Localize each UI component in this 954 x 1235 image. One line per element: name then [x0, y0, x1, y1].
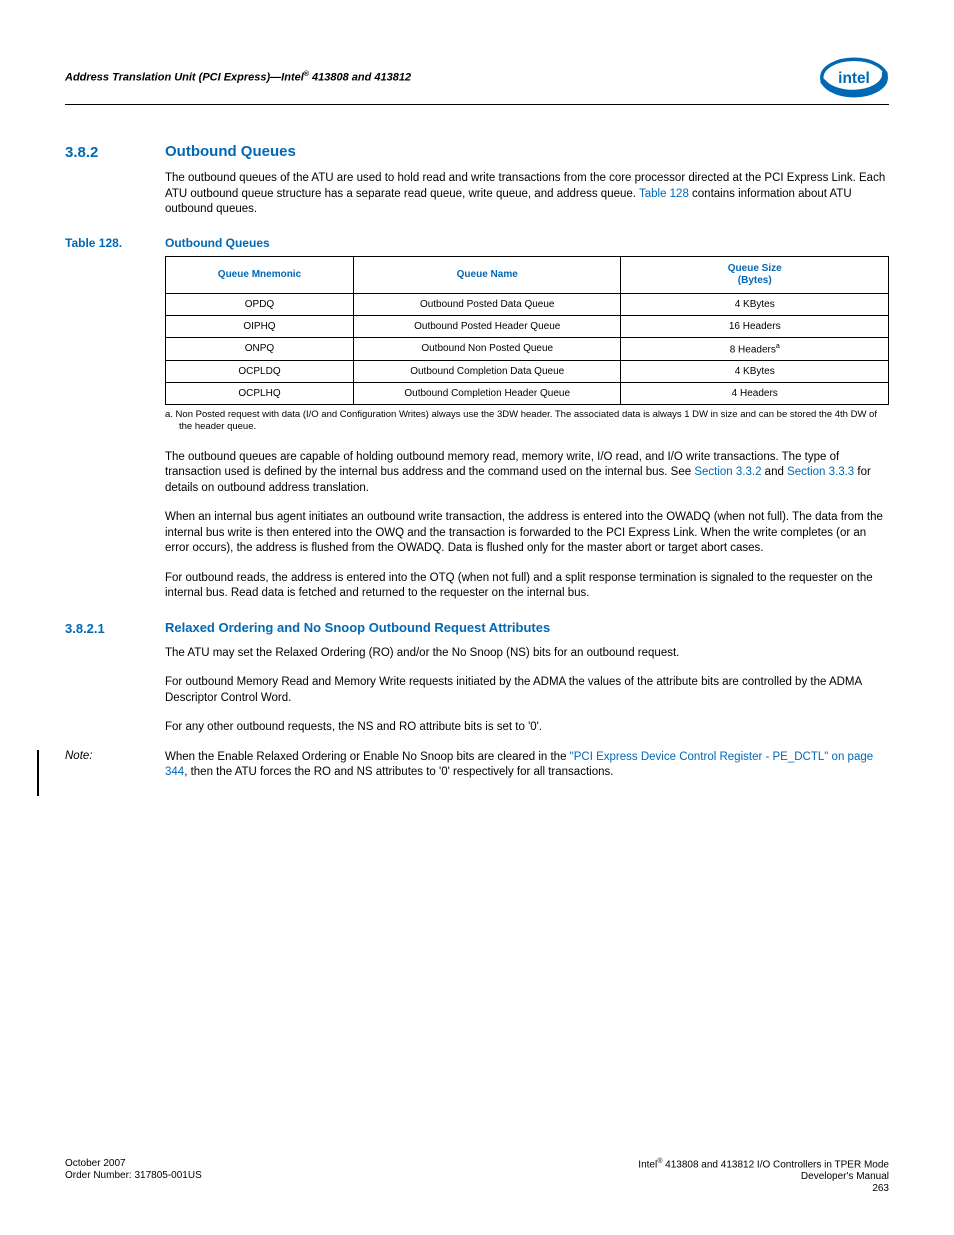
section-number: 3.8.2 — [65, 143, 165, 161]
table-caption-title: Outbound Queues — [165, 236, 270, 250]
column-header: Queue Mnemonic — [166, 256, 354, 293]
note-body: When the Enable Relaxed Ordering or Enab… — [165, 750, 889, 781]
change-bar — [37, 750, 39, 796]
paragraph: The ATU may set the Relaxed Ordering (RO… — [165, 646, 889, 662]
section-title: Relaxed Ordering and No Snoop Outbound R… — [165, 620, 550, 636]
table-caption: Table 128. Outbound Queues — [65, 236, 889, 250]
paragraph: For outbound Memory Read and Memory Writ… — [165, 675, 889, 706]
table-row: OPDQOutbound Posted Data Queue4 KBytes — [166, 293, 889, 315]
cell-name: Outbound Posted Header Queue — [353, 315, 621, 337]
cross-reference-link[interactable]: Section 3.3.3 — [787, 466, 854, 478]
header-breadcrumb: Address Translation Unit (PCI Express)—I… — [65, 71, 411, 84]
cell-name: Outbound Completion Header Queue — [353, 382, 621, 404]
cell-size: 4 KBytes — [621, 293, 889, 315]
column-header: Queue Name — [353, 256, 621, 293]
cross-reference-link[interactable]: Section 3.3.2 — [694, 466, 761, 478]
section-title: Outbound Queues — [165, 143, 296, 161]
table-header-row: Queue Mnemonic Queue Name Queue Size(Byt… — [166, 256, 889, 293]
table-row: OCPLHQOutbound Completion Header Queue4 … — [166, 382, 889, 404]
table-footnote: a. Non Posted request with data (I/O and… — [165, 409, 889, 434]
cell-size: 16 Headers — [621, 315, 889, 337]
cell-name: Outbound Completion Data Queue — [353, 360, 621, 382]
cell-mnemonic: OIPHQ — [166, 315, 354, 337]
cell-mnemonic: OPDQ — [166, 293, 354, 315]
paragraph: For outbound reads, the address is enter… — [165, 571, 889, 602]
paragraph: When an internal bus agent initiates an … — [165, 510, 889, 557]
page-header: Address Translation Unit (PCI Express)—I… — [65, 55, 889, 105]
outbound-queues-table: Queue Mnemonic Queue Name Queue Size(Byt… — [165, 256, 889, 405]
cell-name: Outbound Posted Data Queue — [353, 293, 621, 315]
cell-size: 4 KBytes — [621, 360, 889, 382]
intel-logo: intel — [819, 55, 889, 100]
note-label: Note: — [65, 750, 159, 781]
table-row: OCPLDQOutbound Completion Data Queue4 KB… — [166, 360, 889, 382]
cell-mnemonic: ONPQ — [166, 337, 354, 360]
table-row: OIPHQOutbound Posted Header Queue16 Head… — [166, 315, 889, 337]
cell-mnemonic: OCPLHQ — [166, 382, 354, 404]
paragraph: The outbound queues are capable of holdi… — [165, 450, 889, 497]
section-heading-3821: 3.8.2.1 Relaxed Ordering and No Snoop Ou… — [65, 620, 889, 636]
table-caption-number: Table 128. — [65, 236, 165, 250]
footer-left: October 2007 Order Number: 317805-001US — [65, 1158, 202, 1195]
cell-size: 8 Headersa — [621, 337, 889, 360]
footer-right: Intel® 413808 and 413812 I/O Controllers… — [638, 1158, 889, 1195]
section-number: 3.8.2.1 — [65, 620, 165, 636]
table-row: ONPQOutbound Non Posted Queue8 Headersa — [166, 337, 889, 360]
paragraph: For any other outbound requests, the NS … — [165, 720, 889, 736]
cell-name: Outbound Non Posted Queue — [353, 337, 621, 360]
note-block: Note: When the Enable Relaxed Ordering o… — [65, 750, 889, 781]
svg-text:intel: intel — [838, 70, 870, 87]
paragraph: The outbound queues of the ATU are used … — [165, 171, 889, 218]
cross-reference-link[interactable]: Table 128 — [639, 188, 689, 200]
cell-mnemonic: OCPLDQ — [166, 360, 354, 382]
page-footer: October 2007 Order Number: 317805-001US … — [65, 1158, 889, 1195]
column-header: Queue Size(Bytes) — [621, 256, 889, 293]
cell-size: 4 Headers — [621, 382, 889, 404]
section-heading-382: 3.8.2 Outbound Queues — [65, 143, 889, 161]
